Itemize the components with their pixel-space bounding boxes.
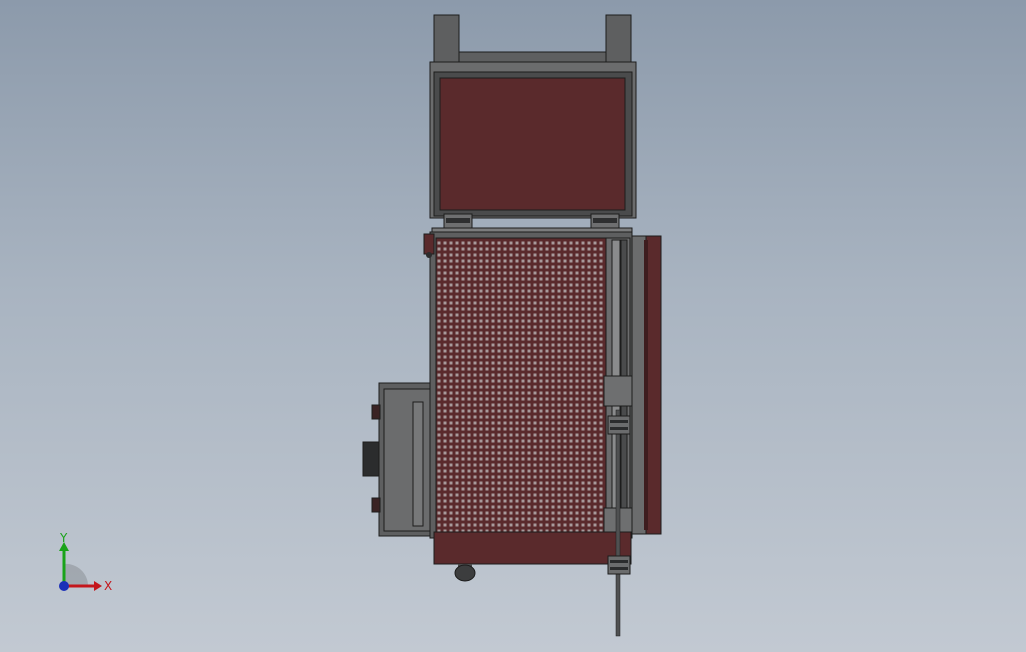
- x-axis-label: X: [104, 579, 112, 593]
- cad-viewport[interactable]: X Y: [0, 0, 1026, 652]
- y-axis-label: Y: [59, 531, 68, 545]
- right-side-panel: [629, 235, 662, 535]
- top-panel: [439, 77, 626, 211]
- x-axis-arrow: [94, 581, 102, 591]
- bottom-base: [433, 531, 632, 565]
- perforated-panel: [435, 237, 607, 533]
- coordinate-triad: X Y: [59, 531, 112, 593]
- model-view[interactable]: [0, 0, 1026, 652]
- left-control-box: [362, 382, 436, 537]
- z-axis-dot: [59, 581, 69, 591]
- body-handle: [423, 233, 435, 258]
- caster-wheel: [454, 564, 476, 582]
